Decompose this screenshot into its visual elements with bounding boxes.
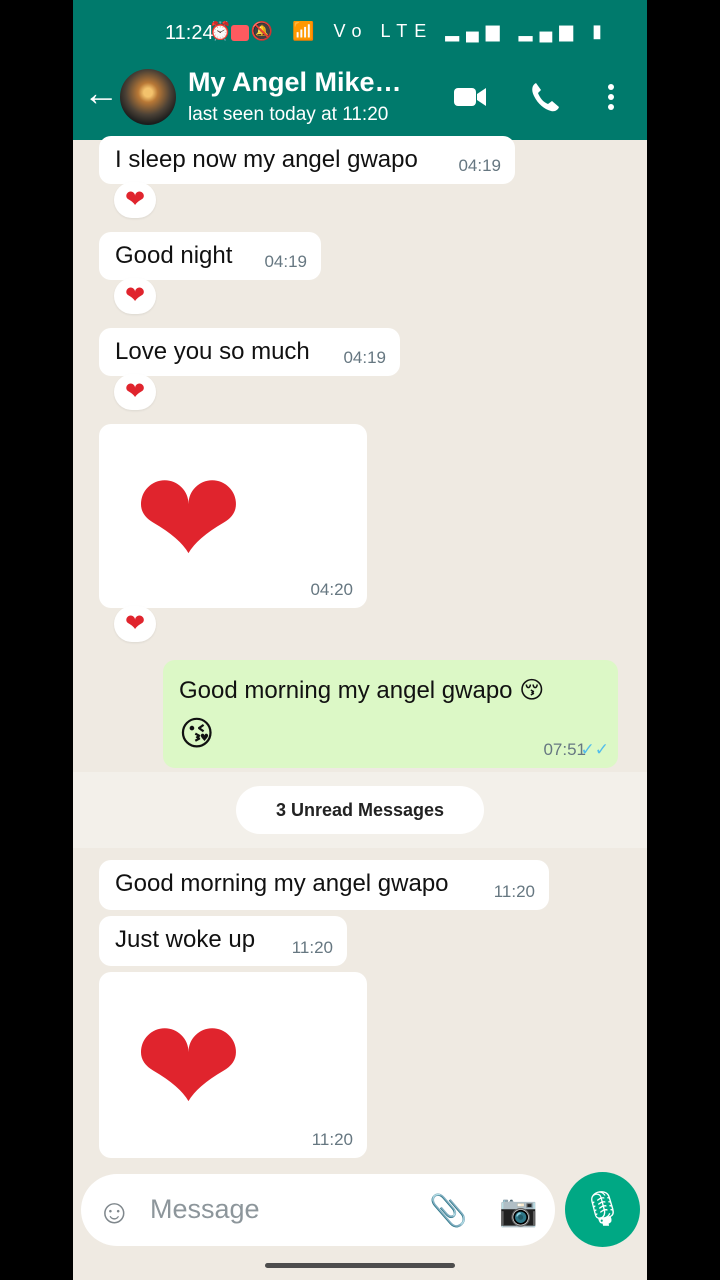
heart-reaction-icon[interactable]: ❤: [114, 374, 156, 410]
message-time: 04:19: [264, 252, 307, 271]
message-bubble[interactable]: Good morning my angel gwapo 11:20: [99, 860, 549, 910]
avatar[interactable]: [120, 69, 176, 125]
sticker-bubble[interactable]: ❤ 11:20: [99, 972, 367, 1158]
message-bubble[interactable]: I sleep now my angel gwapo 04:19: [99, 136, 515, 184]
message-text: Good morning my angel gwapo: [115, 870, 449, 897]
home-indicator: [265, 1263, 455, 1268]
status-time: 11:24: [165, 22, 214, 44]
message-text: Just woke up: [115, 926, 256, 953]
status-bar: 11:24 ⏰ 🔕 📶 Vo LTE ▂▄▆ ▂▄▆ ▮: [73, 0, 647, 66]
last-seen: last seen today at 11:20: [188, 104, 389, 125]
more-options-icon[interactable]: [605, 80, 617, 114]
message-bubble[interactable]: Just woke up 11:20: [99, 916, 347, 966]
heart-reaction-icon[interactable]: ❤: [114, 606, 156, 642]
unread-messages-badge: 3 Unread Messages: [236, 786, 484, 834]
outgoing-message-bubble[interactable]: Good morning my angel gwapo 😚 😘 07:51 ✓✓: [163, 660, 618, 768]
back-arrow-icon[interactable]: ←: [83, 75, 119, 114]
contact-name[interactable]: My Angel Mike…: [188, 67, 402, 98]
camera-icon[interactable]: 📷: [499, 1192, 538, 1229]
message-text: Love you so much: [115, 338, 310, 365]
phone-call-icon[interactable]: [529, 80, 561, 114]
message-time: 04:19: [458, 156, 501, 175]
status-icons: ⏰ 🔕 📶 Vo LTE ▂▄▆ ▂▄▆ ▮: [209, 21, 609, 41]
message-bubble[interactable]: Good night 04:19: [99, 232, 321, 280]
attachment-icon[interactable]: 📎: [429, 1192, 468, 1229]
message-time: 04:20: [310, 580, 353, 599]
read-receipt-icon: ✓✓: [580, 740, 610, 759]
voice-message-button[interactable]: 🎙: [565, 1172, 640, 1247]
message-bubble[interactable]: Love you so much 04:19: [99, 328, 400, 376]
message-time: 04:19: [343, 348, 386, 367]
heart-reaction-icon[interactable]: ❤: [114, 182, 156, 218]
chat-screen: 11:24 ⏰ 🔕 📶 Vo LTE ▂▄▆ ▂▄▆ ▮ ← My Angel …: [73, 0, 647, 1280]
heart-sticker-icon: ❤: [134, 994, 243, 1140]
message-text: Good night: [115, 242, 233, 269]
chat-header: ← My Angel Mike… last seen today at 11:2…: [73, 66, 647, 140]
heart-sticker-icon: ❤: [134, 446, 243, 592]
emoji-picker-icon[interactable]: ☺: [97, 1193, 132, 1232]
message-list[interactable]: I sleep now my angel gwapo 04:19 ❤ Good …: [73, 136, 647, 1254]
message-time: 11:20: [311, 1130, 353, 1149]
message-text: I sleep now my angel gwapo: [115, 146, 418, 173]
message-text: Good morning my angel gwapo 😚: [179, 677, 545, 704]
message-input[interactable]: Message: [150, 1194, 260, 1225]
message-time: 11:20: [291, 938, 333, 957]
emoji-icon: 😘: [179, 715, 215, 753]
video-call-icon[interactable]: [452, 80, 488, 114]
message-time: 11:20: [493, 882, 535, 901]
heart-reaction-icon[interactable]: ❤: [114, 278, 156, 314]
message-composer[interactable]: ☺ Message 📎 📷: [81, 1174, 555, 1246]
sticker-bubble[interactable]: ❤ 04:20: [99, 424, 367, 608]
